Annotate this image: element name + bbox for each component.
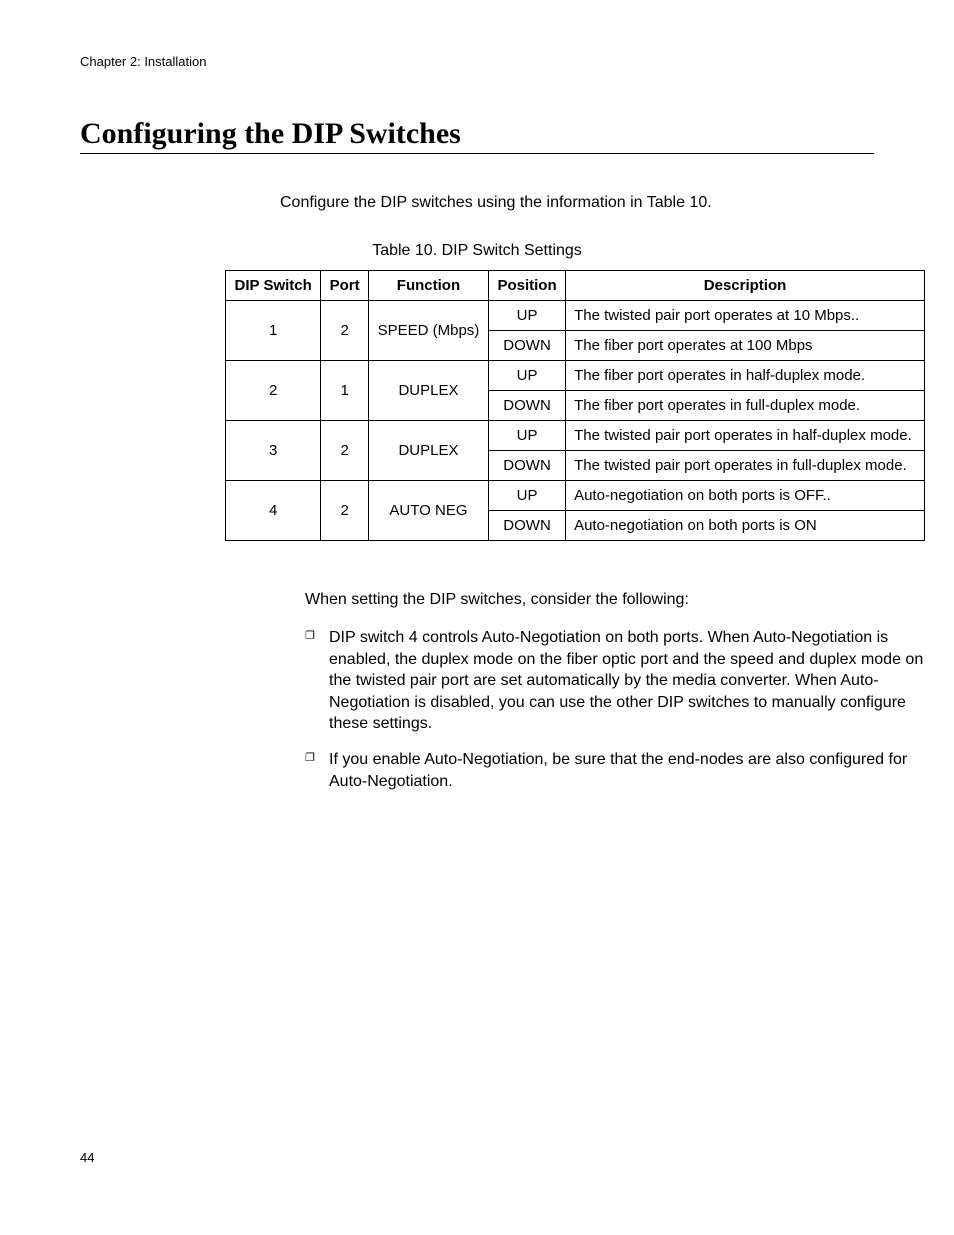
- cell-pos: DOWN: [489, 511, 566, 541]
- cell-func: AUTO NEG: [368, 481, 488, 541]
- cell-func: DUPLEX: [368, 421, 488, 481]
- page: Chapter 2: Installation Configuring the …: [0, 0, 954, 1235]
- cell-port: 2: [321, 301, 369, 361]
- dip-switch-table: DIP Switch Port Function Position Descri…: [225, 270, 925, 541]
- table-row: 4 2 AUTO NEG UP Auto-negotiation on both…: [226, 481, 925, 511]
- th-position: Position: [489, 271, 566, 301]
- chapter-header: Chapter 2: Installation: [80, 54, 874, 69]
- cell-desc: The fiber port operates in half-duplex m…: [566, 361, 925, 391]
- page-number: 44: [80, 1150, 94, 1165]
- cell-desc: The fiber port operates at 100 Mbps: [566, 331, 925, 361]
- th-description: Description: [566, 271, 925, 301]
- cell-desc: Auto-negotiation on both ports is ON: [566, 511, 925, 541]
- table-caption: Table 10. DIP Switch Settings: [80, 242, 874, 260]
- th-dip: DIP Switch: [226, 271, 321, 301]
- cell-port: 2: [321, 421, 369, 481]
- list-item: DIP switch 4 controls Auto-Negotiation o…: [305, 627, 925, 735]
- cell-pos: UP: [489, 301, 566, 331]
- cell-pos: UP: [489, 481, 566, 511]
- table-row: 3 2 DUPLEX UP The twisted pair port oper…: [226, 421, 925, 451]
- cell-pos: DOWN: [489, 331, 566, 361]
- th-port: Port: [321, 271, 369, 301]
- cell-pos: DOWN: [489, 451, 566, 481]
- after-table-section: When setting the DIP switches, consider …: [305, 591, 925, 792]
- cell-pos: DOWN: [489, 391, 566, 421]
- table-header-row: DIP Switch Port Function Position Descri…: [226, 271, 925, 301]
- section-title: Configuring the DIP Switches: [80, 117, 874, 154]
- cell-desc: Auto-negotiation on both ports is OFF..: [566, 481, 925, 511]
- cell-port: 2: [321, 481, 369, 541]
- cell-func: DUPLEX: [368, 361, 488, 421]
- after-lead: When setting the DIP switches, consider …: [305, 591, 925, 609]
- cell-desc: The twisted pair port operates at 10 Mbp…: [566, 301, 925, 331]
- notes-list: DIP switch 4 controls Auto-Negotiation o…: [305, 627, 925, 792]
- cell-pos: UP: [489, 421, 566, 451]
- cell-dip: 3: [226, 421, 321, 481]
- cell-desc: The twisted pair port operates in half-d…: [566, 421, 925, 451]
- th-function: Function: [368, 271, 488, 301]
- cell-port: 1: [321, 361, 369, 421]
- cell-pos: UP: [489, 361, 566, 391]
- table-row: 1 2 SPEED (Mbps) UP The twisted pair por…: [226, 301, 925, 331]
- cell-dip: 4: [226, 481, 321, 541]
- cell-desc: The twisted pair port operates in full-d…: [566, 451, 925, 481]
- intro-paragraph: Configure the DIP switches using the inf…: [280, 194, 874, 212]
- cell-desc: The fiber port operates in full-duplex m…: [566, 391, 925, 421]
- cell-dip: 1: [226, 301, 321, 361]
- list-item: If you enable Auto-Negotiation, be sure …: [305, 749, 925, 792]
- cell-func: SPEED (Mbps): [368, 301, 488, 361]
- cell-dip: 2: [226, 361, 321, 421]
- table-row: 2 1 DUPLEX UP The fiber port operates in…: [226, 361, 925, 391]
